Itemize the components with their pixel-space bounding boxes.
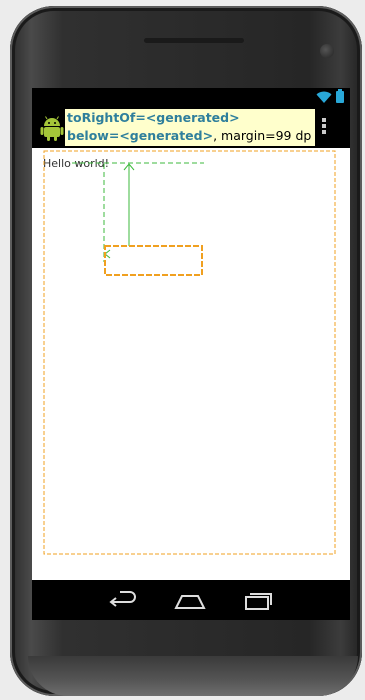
- front-camera: [320, 44, 334, 58]
- layout-canvas: Hello world!: [32, 148, 350, 580]
- below-attr: below=<generated>: [67, 128, 214, 143]
- layout-guides-overlay: [43, 150, 336, 555]
- margin-attr: , margin=99 dp: [213, 128, 312, 143]
- home-icon[interactable]: [174, 588, 206, 612]
- earpiece-speaker: [144, 38, 244, 43]
- wifi-icon: [316, 91, 332, 103]
- navigation-bar: [32, 580, 350, 620]
- action-bar: toRightOf=<generated> below=<generated>,…: [32, 106, 350, 148]
- selected-view-bounds[interactable]: [104, 245, 203, 276]
- device-screen: toRightOf=<generated> below=<generated>,…: [32, 88, 350, 620]
- parent-layout-bounds: [43, 150, 336, 555]
- overflow-menu-icon[interactable]: [320, 118, 328, 138]
- phone-chin: [28, 656, 358, 696]
- battery-icon: [336, 89, 344, 103]
- status-bar: [32, 88, 350, 106]
- android-robot-icon[interactable]: [40, 116, 64, 142]
- recent-apps-icon[interactable]: [242, 588, 274, 612]
- layout-params-tooltip: toRightOf=<generated> below=<generated>,…: [65, 109, 315, 146]
- tooltip-line-1: toRightOf=<generated>: [67, 109, 313, 127]
- back-icon[interactable]: [106, 588, 138, 612]
- tooltip-line-2: below=<generated>, margin=99 dp: [67, 127, 313, 145]
- to-right-of-attr: toRightOf=<generated>: [67, 110, 240, 125]
